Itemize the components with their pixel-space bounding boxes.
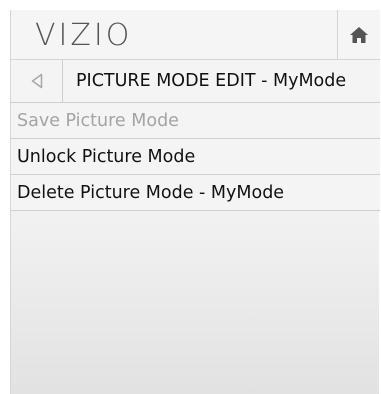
back-triangle-icon (31, 73, 42, 89)
unlock-picture-mode-item[interactable]: Unlock Picture Mode (11, 139, 380, 175)
back-button[interactable] (11, 60, 63, 102)
menu-panel: VIZIO PICTURE MODE EDIT - MyMode Save Pi… (10, 10, 380, 394)
home-button[interactable] (337, 10, 380, 59)
vizio-logo: VIZIO (35, 18, 133, 53)
delete-picture-mode-item[interactable]: Delete Picture Mode - MyMode (11, 175, 380, 211)
title-bar: PICTURE MODE EDIT - MyMode (11, 60, 380, 103)
home-icon (350, 26, 368, 43)
save-picture-mode-item[interactable]: Save Picture Mode (11, 103, 380, 139)
page-title: PICTURE MODE EDIT - MyMode (76, 71, 347, 91)
header: VIZIO (11, 10, 380, 60)
